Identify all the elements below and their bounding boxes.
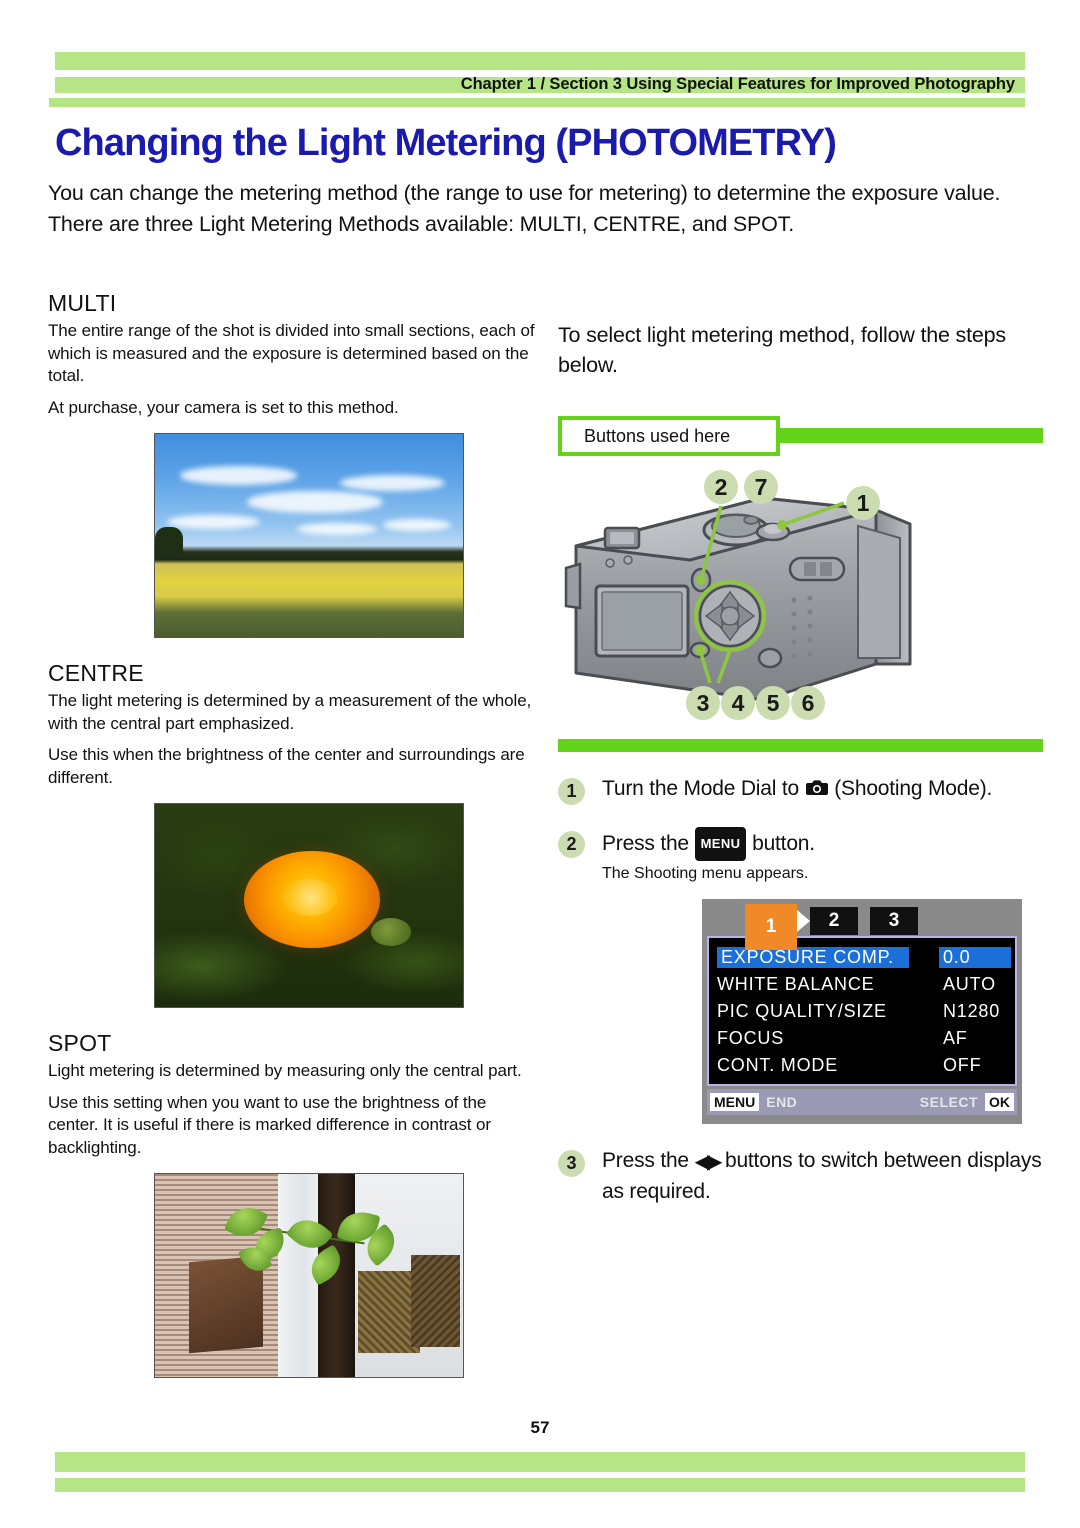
lcd-row-pic-quality-size-label: PIC QUALITY/SIZE	[717, 1001, 887, 1021]
camera-callout-4: 4	[721, 686, 755, 720]
lcd-row-focus-value: AF	[943, 1028, 968, 1048]
section-centre-heading: CENTRE	[48, 660, 144, 686]
lcd-tab-arrow-icon	[797, 910, 810, 932]
section-centre: CENTRE The light metering is determined …	[48, 660, 538, 1008]
section-centre-paragraph-1: The light metering is determined by a me…	[48, 691, 532, 733]
section-spot: SPOT Light metering is determined by mea…	[48, 1030, 538, 1378]
lcd-menu-key-icon: MENU	[710, 1093, 760, 1111]
photo-spot-sample	[154, 1173, 464, 1378]
camera-callout-2: 2	[704, 470, 738, 504]
step-1-text: Turn the Mode Dial to (Shooting Mode).	[602, 774, 1043, 805]
banner-green-bar	[773, 428, 1043, 443]
section-multi-paragraph-2: At purchase, your camera is set to this …	[48, 397, 399, 417]
lcd-row-focus-label: FOCUS	[717, 1028, 784, 1048]
lcd-footer-left: MENU END	[710, 1093, 797, 1111]
section-spot-paragraph-2: Use this setting when you want to use th…	[48, 1092, 491, 1157]
lcd-row-exposure-comp-label: EXPOSURE COMP.	[717, 947, 909, 968]
right-lead-text: To select light metering method, follow …	[558, 323, 1006, 377]
right-column: To select light metering method, follow …	[558, 320, 1043, 1206]
manual-page: Chapter 1 / Section 3 Using Special Feat…	[0, 0, 1080, 1528]
camera-illustration: 2 7 1 3 4 5 6	[558, 468, 1043, 733]
photo-centre-sample	[154, 803, 464, 1008]
step-2-badge: 2	[558, 831, 585, 858]
lcd-tab-row: 2 3 1	[707, 904, 1017, 950]
buttons-used-banner: Buttons used here	[558, 416, 1043, 456]
section-divider-green	[558, 739, 1043, 752]
left-column: MULTI The entire range of the shot is di…	[48, 290, 538, 1378]
page-title: Changing the Light Metering (PHOTOMETRY)	[55, 122, 837, 164]
step-2-text: Press the MENU button.	[602, 827, 1043, 861]
left-right-arrows-icon: ◀▶	[694, 1151, 723, 1173]
lcd-footer-bar: MENU END SELECT OK	[707, 1089, 1017, 1115]
lcd-tab-1-active[interactable]: 1	[745, 904, 797, 950]
lcd-row-cont-mode-label: CONT. MODE	[717, 1055, 839, 1075]
section-multi: MULTI The entire range of the shot is di…	[48, 290, 538, 638]
lcd-row-pic-quality-size-value: N1280	[943, 1001, 1001, 1021]
lcd-row-cont-mode[interactable]: CONT. MODE OFF	[717, 1052, 1011, 1079]
step-1: 1 Turn the Mode Dial to (Shooting Mode).	[558, 774, 1043, 805]
lcd-row-white-balance[interactable]: WHITE BALANCE AUTO	[717, 971, 1011, 998]
camera-icon	[805, 776, 829, 805]
step-2: 2 Press the MENU button. The Shooting me…	[558, 827, 1043, 1124]
camera-callout-7: 7	[744, 470, 778, 504]
menu-key-icon: MENU	[694, 827, 747, 861]
lcd-tab-2[interactable]: 2	[810, 907, 858, 935]
lcd-menu-screenshot: 2 3 1 EXPOSURE COMP. 0.0 WHITE BALANCE A…	[702, 899, 1022, 1124]
breadcrumb: Chapter 1 / Section 3 Using Special Feat…	[460, 75, 1015, 93]
lcd-row-white-balance-value: AUTO	[943, 974, 996, 994]
step-2-subtext: The Shooting menu appears.	[602, 865, 809, 882]
lcd-row-pic-quality-size[interactable]: PIC QUALITY/SIZE N1280	[717, 998, 1011, 1025]
step-3: 3 Press the ◀▶ buttons to switch between…	[558, 1146, 1043, 1206]
camera-callout-6: 6	[791, 686, 825, 720]
section-spot-heading: SPOT	[48, 1030, 112, 1056]
intro-paragraph: You can change the metering method (the …	[48, 181, 1001, 236]
lcd-row-focus[interactable]: FOCUS AF	[717, 1025, 1011, 1052]
step-3-badge: 3	[558, 1150, 585, 1177]
lcd-footer-right: SELECT OK	[920, 1093, 1014, 1111]
lcd-ok-key-icon: OK	[985, 1093, 1014, 1111]
photo-multi-sample	[154, 433, 464, 638]
footer-bar-top	[55, 1452, 1025, 1472]
page-number: 57	[530, 1418, 550, 1437]
lcd-row-cont-mode-value: OFF	[943, 1055, 982, 1075]
header-bar-top	[55, 52, 1025, 70]
banner-label: Buttons used here	[558, 416, 780, 456]
section-spot-paragraph-1: Light metering is determined by measurin…	[48, 1061, 522, 1080]
lcd-row-white-balance-label: WHITE BALANCE	[717, 974, 875, 994]
step-2-text-before: Press the	[602, 832, 689, 855]
camera-callout-3: 3	[686, 686, 720, 720]
step-1-badge: 1	[558, 778, 585, 805]
lcd-row-exposure-comp-value: 0.0	[939, 947, 1011, 968]
section-multi-heading: MULTI	[48, 290, 117, 316]
camera-callout-1: 1	[846, 486, 880, 520]
step-1-text-before: Turn the Mode Dial to	[602, 777, 799, 800]
lcd-select-label: SELECT	[919, 1094, 978, 1110]
lcd-menu-list: EXPOSURE COMP. 0.0 WHITE BALANCE AUTO PI…	[707, 936, 1017, 1086]
step-1-text-after: (Shooting Mode).	[834, 777, 993, 800]
section-centre-paragraph-2: Use this when the brightness of the cent…	[48, 745, 525, 787]
camera-callout-5: 5	[756, 686, 790, 720]
lcd-tab-3[interactable]: 3	[870, 907, 918, 935]
step-3-text: Press the ◀▶ buttons to switch between d…	[602, 1146, 1043, 1206]
header-bar-bottom	[49, 98, 1025, 107]
step-3-text-before: Press the	[602, 1149, 689, 1172]
step-2-text-after: button.	[752, 832, 815, 855]
footer-bar-bottom	[55, 1478, 1025, 1492]
lcd-end-label: END	[766, 1094, 798, 1110]
section-multi-paragraph-1: The entire range of the shot is divided …	[48, 321, 535, 385]
